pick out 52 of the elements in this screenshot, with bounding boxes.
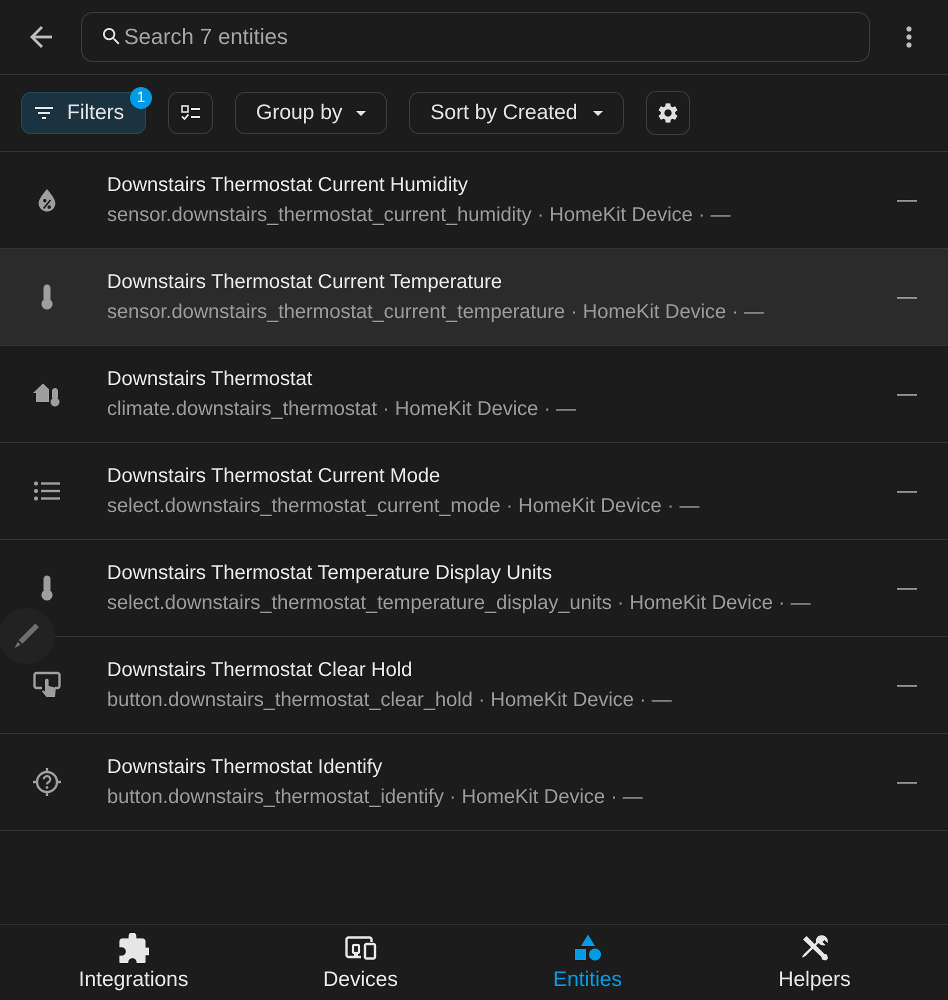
- nav-tab[interactable]: Devices: [247, 925, 474, 1000]
- more-menu-icon[interactable]: [906, 26, 912, 48]
- pencil-icon: [14, 623, 40, 649]
- tap-button-icon: [33, 671, 61, 699]
- search-field[interactable]: Search 7 entities: [81, 12, 870, 62]
- entity-status: —: [897, 382, 917, 407]
- entity-id: button.downstairs_thermostat_identify · HomeKit Device · —: [107, 785, 644, 810]
- thermometer-icon: [40, 284, 54, 310]
- entity-name: Downstairs Thermostat Identify: [107, 755, 384, 780]
- house-thermometer-icon: [33, 381, 61, 407]
- entity-status: —: [897, 479, 917, 504]
- settings-button[interactable]: [646, 91, 690, 135]
- sort-button[interactable]: Sort by Created: [409, 92, 624, 134]
- entity-name: Downstairs Thermostat: [107, 367, 314, 392]
- devices-icon: [344, 936, 376, 960]
- search-icon: [103, 28, 120, 45]
- crosshair-question-icon: [32, 767, 62, 797]
- entity-name: Downstairs Thermostat Current Mode: [107, 464, 442, 489]
- entity-id: sensor.downstairs_thermostat_current_humidity · HomeKit Device · —: [107, 203, 732, 228]
- entity-id: climate.downstairs_thermostat · HomeKit Device · —: [107, 397, 578, 422]
- group-by-button[interactable]: Group by: [235, 92, 388, 134]
- entity-name: Downstairs Thermostat Temperature Display Units: [107, 561, 553, 586]
- back-arrow-icon[interactable]: [30, 26, 52, 48]
- nav-tab[interactable]: Helpers: [701, 925, 928, 1000]
- nav-tab[interactable]: Integrations: [20, 925, 247, 1000]
- entity-name: Downstairs Thermostat Current Temperature: [107, 270, 503, 295]
- entity-id: button.downstairs_thermostat_clear_hold · HomeKit Device · —: [107, 688, 673, 713]
- entity-status: —: [897, 770, 917, 795]
- entity-name: Downstairs Thermostat Clear Hold: [107, 658, 414, 683]
- entity-status: —: [897, 576, 917, 601]
- selection-mode-button[interactable]: [168, 92, 213, 134]
- entity-status: —: [897, 285, 917, 310]
- bulleted-list-icon: [34, 481, 60, 501]
- tools-icon: [800, 934, 828, 962]
- thermometer-icon: [40, 575, 54, 601]
- filter-count-badge: 1: [130, 87, 152, 109]
- caret-icon: [356, 110, 366, 116]
- entity-status: —: [897, 188, 917, 213]
- settings-icon: [658, 103, 678, 123]
- entity-id: sensor.downstairs_thermostat_current_temperature · HomeKit Device · —: [107, 300, 765, 325]
- entity-id: select.downstairs_thermostat_current_mode · HomeKit Device · —: [107, 494, 700, 519]
- checklist-icon: [180, 105, 200, 121]
- caret-icon: [593, 110, 604, 116]
- filter-icon: [35, 107, 53, 119]
- entity-status: —: [897, 673, 917, 698]
- entity-row[interactable]: Downstairs Thermostat Current Temperature sensor.downstairs_thermostat_current_temperature · HomeKit Device · — —: [0, 249, 948, 346]
- nav-tab[interactable]: Entities: [474, 925, 701, 1000]
- entity-id: select.downstairs_thermostat_temperature_display_units · HomeKit Device · —: [107, 591, 812, 616]
- entity-name: Downstairs Thermostat Current Humidity: [107, 173, 469, 198]
- droplet-percent-icon: [38, 188, 56, 212]
- shapes-icon: [574, 934, 602, 962]
- puzzle-icon: [118, 932, 148, 962]
